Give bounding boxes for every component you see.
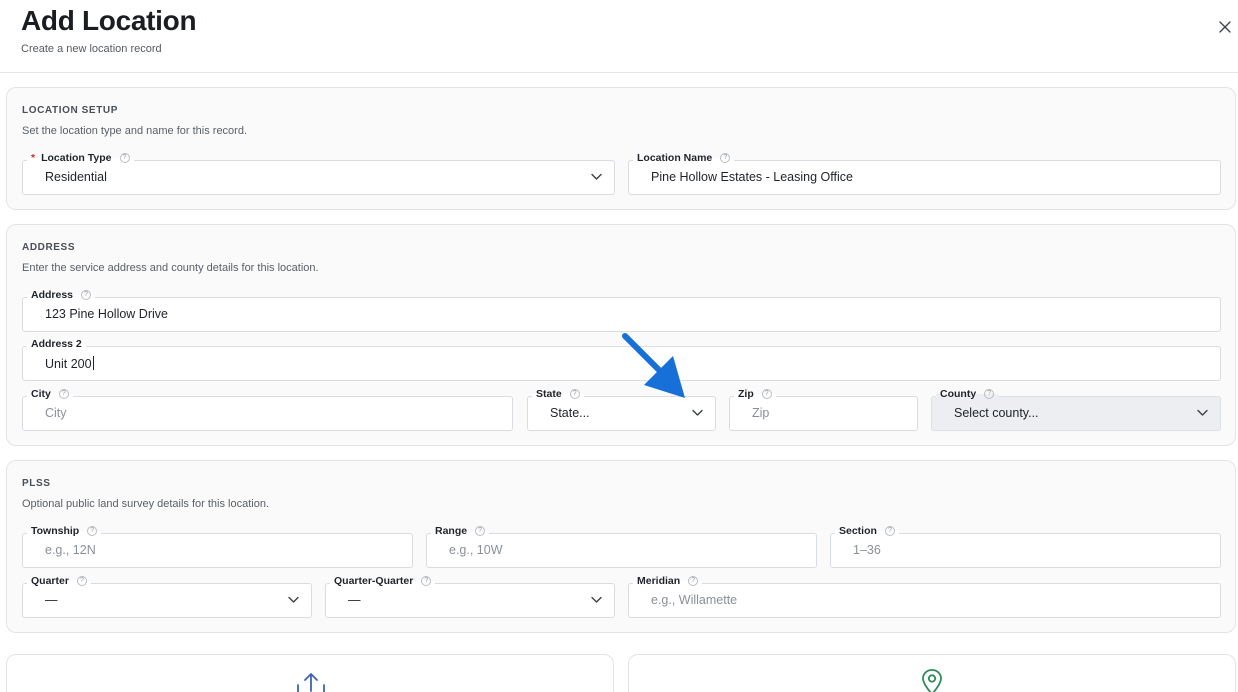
help-circle-icon[interactable]: ? <box>884 526 895 536</box>
select-value: — <box>45 593 58 607</box>
select-value: Residential <box>45 170 107 184</box>
field-label: Section ? <box>835 524 899 538</box>
location-type-select[interactable]: * Location Type ? Residential <box>22 151 615 195</box>
quarter-quarter-select[interactable]: Quarter-Quarter ? — <box>325 574 615 618</box>
field-label: Quarter-Quarter ? <box>330 574 436 588</box>
field-label: Range ? <box>431 524 490 538</box>
field-label: Quarter ? <box>27 574 91 588</box>
meridian-input[interactable]: Meridian ? e.g., Willamette <box>628 574 1221 618</box>
zip-input[interactable]: Zip ? Zip <box>729 387 918 431</box>
help-circle-icon[interactable]: ? <box>58 389 69 399</box>
input-value: 123 Pine Hollow Drive <box>45 307 168 321</box>
plss-section: PLSS Optional public land survey details… <box>6 460 1236 633</box>
field-label: Address 2 <box>27 337 86 351</box>
page-title: Add Location <box>21 5 197 36</box>
section-description: Set the location type and name for this … <box>22 125 248 137</box>
field-label: * Location Type ? <box>27 151 134 165</box>
section-title: PLSS <box>22 478 51 489</box>
chevron-down-icon <box>288 596 299 603</box>
help-circle-icon[interactable]: ? <box>81 290 92 300</box>
text-cursor <box>92 356 94 370</box>
field-label: Zip ? <box>734 387 776 401</box>
field-label: City ? <box>27 387 73 401</box>
help-circle-icon[interactable]: ? <box>761 389 772 399</box>
map-pin-icon <box>922 669 942 692</box>
section-input[interactable]: Section ? 1–36 <box>830 524 1221 568</box>
field-label: Location Name ? <box>633 151 735 165</box>
select-value: — <box>348 593 361 607</box>
section-description: Enter the service address and county det… <box>22 262 319 274</box>
help-circle-icon[interactable]: ? <box>475 526 486 536</box>
help-circle-icon[interactable]: ? <box>87 526 98 536</box>
input-placeholder: 1–36 <box>853 543 881 557</box>
field-label: County ? <box>936 387 999 401</box>
page-subtitle: Create a new location record <box>21 43 162 55</box>
input-placeholder: City <box>45 406 67 420</box>
section-title: LOCATION SETUP <box>22 105 118 116</box>
help-circle-icon[interactable]: ? <box>688 576 699 586</box>
chevron-down-icon <box>692 409 703 416</box>
help-circle-icon[interactable]: ? <box>76 576 87 586</box>
input-value: Unit 200 <box>45 356 94 371</box>
section-description: Optional public land survey details for … <box>22 498 270 510</box>
close-icon <box>1219 21 1231 33</box>
help-circle-icon[interactable]: ? <box>569 389 580 399</box>
input-placeholder: e.g., 10W <box>449 543 503 557</box>
help-circle-icon[interactable]: ? <box>119 153 130 163</box>
field-label: State ? <box>532 387 584 401</box>
chevron-down-icon <box>1197 409 1208 416</box>
field-label: Address ? <box>27 288 96 302</box>
field-label: Meridian ? <box>633 574 703 588</box>
arrow-annotation-icon <box>622 333 685 398</box>
city-input[interactable]: City ? City <box>22 387 513 431</box>
select-value: Select county... <box>954 406 1039 420</box>
input-placeholder: Zip <box>752 406 770 420</box>
help-circle-icon[interactable]: ? <box>984 389 995 399</box>
field-label: Township ? <box>27 524 102 538</box>
close-button[interactable] <box>1214 16 1236 38</box>
input-placeholder: e.g., 12N <box>45 543 96 557</box>
range-input[interactable]: Range ? e.g., 10W <box>426 524 817 568</box>
section-title: ADDRESS <box>22 242 76 253</box>
input-value: Pine Hollow Estates - Leasing Office <box>651 170 853 184</box>
location-name-input[interactable]: Location Name ? Pine Hollow Estates - Le… <box>628 151 1221 195</box>
township-input[interactable]: Township ? e.g., 12N <box>22 524 413 568</box>
quarter-select[interactable]: Quarter ? — <box>22 574 312 618</box>
help-circle-icon[interactable]: ? <box>720 153 731 163</box>
upload-icon <box>297 673 325 692</box>
map-location-card[interactable] <box>628 654 1236 692</box>
chevron-down-icon <box>591 173 602 180</box>
help-circle-icon[interactable]: ? <box>421 576 432 586</box>
chevron-down-icon <box>591 596 602 603</box>
location-setup-section: LOCATION SETUP Set the location type and… <box>6 87 1236 210</box>
select-value: State... <box>550 406 590 420</box>
dialog-header: Add Location Create a new location recor… <box>0 0 1238 73</box>
required-mark: * <box>31 152 36 164</box>
address-input[interactable]: Address ? 123 Pine Hollow Drive <box>22 288 1221 332</box>
county-select[interactable]: County ? Select county... <box>931 387 1221 431</box>
upload-card[interactable] <box>6 654 614 692</box>
input-placeholder: e.g., Willamette <box>651 593 738 607</box>
